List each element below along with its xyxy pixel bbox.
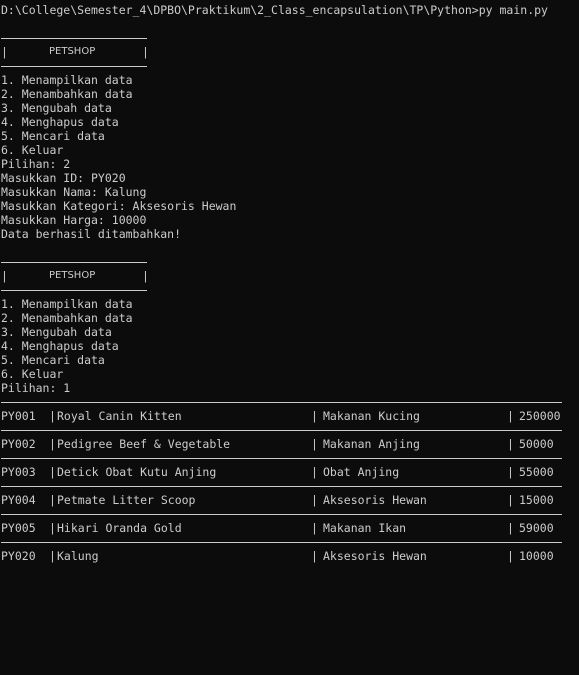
cell-price: 59000 xyxy=(519,521,554,535)
result-message: Data berhasil ditambahkan! xyxy=(1,227,182,241)
column-separator: | xyxy=(507,493,514,507)
menu-item: 2. Menambahkan data xyxy=(1,87,133,101)
menu-item: 4. Menghapus data xyxy=(1,339,119,353)
cell-price: 15000 xyxy=(519,493,554,507)
petshop-header: | PETSHOP | xyxy=(0,45,579,59)
cell-name: Kalung xyxy=(57,549,99,563)
header-title: PETSHOP xyxy=(49,46,96,57)
header-title: PETSHOP xyxy=(49,270,96,281)
header-bar-left: | xyxy=(1,45,8,59)
column-separator: | xyxy=(507,437,514,451)
table-border xyxy=(0,479,579,493)
table-border xyxy=(0,535,579,549)
table-border xyxy=(0,507,579,521)
column-separator: | xyxy=(507,549,514,563)
cell-id: PY003 xyxy=(1,465,36,479)
cell-category: Aksesoris Hewan xyxy=(323,549,427,563)
command-prompt: D:\College\Semester_4\DPBO\Praktikum\2_C… xyxy=(1,3,548,17)
column-separator: | xyxy=(49,549,56,563)
cell-name: Detick Obat Kutu Anjing xyxy=(57,465,217,479)
cell-category: Makanan Anjing xyxy=(323,437,420,451)
column-separator: | xyxy=(311,409,318,423)
header-bottom-border xyxy=(0,283,579,297)
choice-line: Pilihan: 1 xyxy=(1,381,71,395)
input-category-line: Masukkan Kategori: Aksesoris Hewan xyxy=(1,199,237,213)
column-separator: | xyxy=(311,437,318,451)
column-separator: | xyxy=(49,409,56,423)
cell-price: 55000 xyxy=(519,465,554,479)
menu-item: 4. Menghapus data xyxy=(1,115,119,129)
terminal-window[interactable]: D:\College\Semester_4\DPBO\Praktikum\2_C… xyxy=(0,3,579,563)
column-separator: | xyxy=(49,521,56,535)
table-row: PY001 | Royal Canin Kitten | Makanan Kuc… xyxy=(0,409,579,423)
cell-name: Royal Canin Kitten xyxy=(57,409,182,423)
column-separator: | xyxy=(311,493,318,507)
cell-name: Hikari Oranda Gold xyxy=(57,521,182,535)
table-row: PY005 | Hikari Oranda Gold | Makanan Ika… xyxy=(0,521,579,535)
menu-item: 3. Mengubah data xyxy=(1,325,112,339)
cell-id: PY004 xyxy=(1,493,36,507)
header-bar-right: | xyxy=(142,45,149,59)
input-id-line: Masukkan ID: PY020 xyxy=(1,171,126,185)
header-top-border xyxy=(0,31,579,45)
menu-item: 1. Menampilkan data xyxy=(1,73,133,87)
menu-item: 5. Mencari data xyxy=(1,353,105,367)
input-name-line: Masukkan Nama: Kalung xyxy=(1,185,147,199)
column-separator: | xyxy=(507,521,514,535)
header-bottom-border xyxy=(0,59,579,73)
table-border xyxy=(0,395,579,409)
column-separator: | xyxy=(507,409,514,423)
table-row: PY020 | Kalung | Aksesoris Hewan | 10000 xyxy=(0,549,579,563)
header-bar-left: | xyxy=(1,269,8,283)
cell-id: PY020 xyxy=(1,549,36,563)
column-separator: | xyxy=(311,549,318,563)
column-separator: | xyxy=(311,465,318,479)
column-separator: | xyxy=(49,437,56,451)
header-top-border xyxy=(0,255,579,269)
menu-item: 3. Mengubah data xyxy=(1,101,112,115)
choice-line: Pilihan: 2 xyxy=(1,157,71,171)
menu-item: 6. Keluar xyxy=(1,367,64,381)
cell-id: PY001 xyxy=(1,409,36,423)
menu-item: 2. Menambahkan data xyxy=(1,311,133,325)
petshop-header: | PETSHOP | xyxy=(0,269,579,283)
menu-item: 1. Menampilkan data xyxy=(1,297,133,311)
cell-price: 50000 xyxy=(519,437,554,451)
cell-id: PY002 xyxy=(1,437,36,451)
table-row: PY002 | Pedigree Beef & Vegetable | Maka… xyxy=(0,437,579,451)
cell-category: Obat Anjing xyxy=(323,465,400,479)
header-bar-right: | xyxy=(142,269,149,283)
cell-id: PY005 xyxy=(1,521,36,535)
table-row: PY003 | Detick Obat Kutu Anjing | Obat A… xyxy=(0,465,579,479)
cell-category: Makanan Kucing xyxy=(323,409,420,423)
cell-price: 10000 xyxy=(519,549,554,563)
cell-category: Aksesoris Hewan xyxy=(323,493,427,507)
cell-category: Makanan Ikan xyxy=(323,521,407,535)
column-separator: | xyxy=(311,521,318,535)
cell-name: Pedigree Beef & Vegetable xyxy=(57,437,231,451)
input-price-line: Masukkan Harga: 10000 xyxy=(1,213,147,227)
table-border xyxy=(0,451,579,465)
column-separator: | xyxy=(49,493,56,507)
table-border xyxy=(0,423,579,437)
menu-item: 6. Keluar xyxy=(1,143,64,157)
column-separator: | xyxy=(507,465,514,479)
cell-name: Petmate Litter Scoop xyxy=(57,493,196,507)
menu-item: 5. Mencari data xyxy=(1,129,105,143)
column-separator: | xyxy=(49,465,56,479)
table-row: PY004 | Petmate Litter Scoop | Aksesoris… xyxy=(0,493,579,507)
cell-price: 250000 xyxy=(519,409,561,423)
